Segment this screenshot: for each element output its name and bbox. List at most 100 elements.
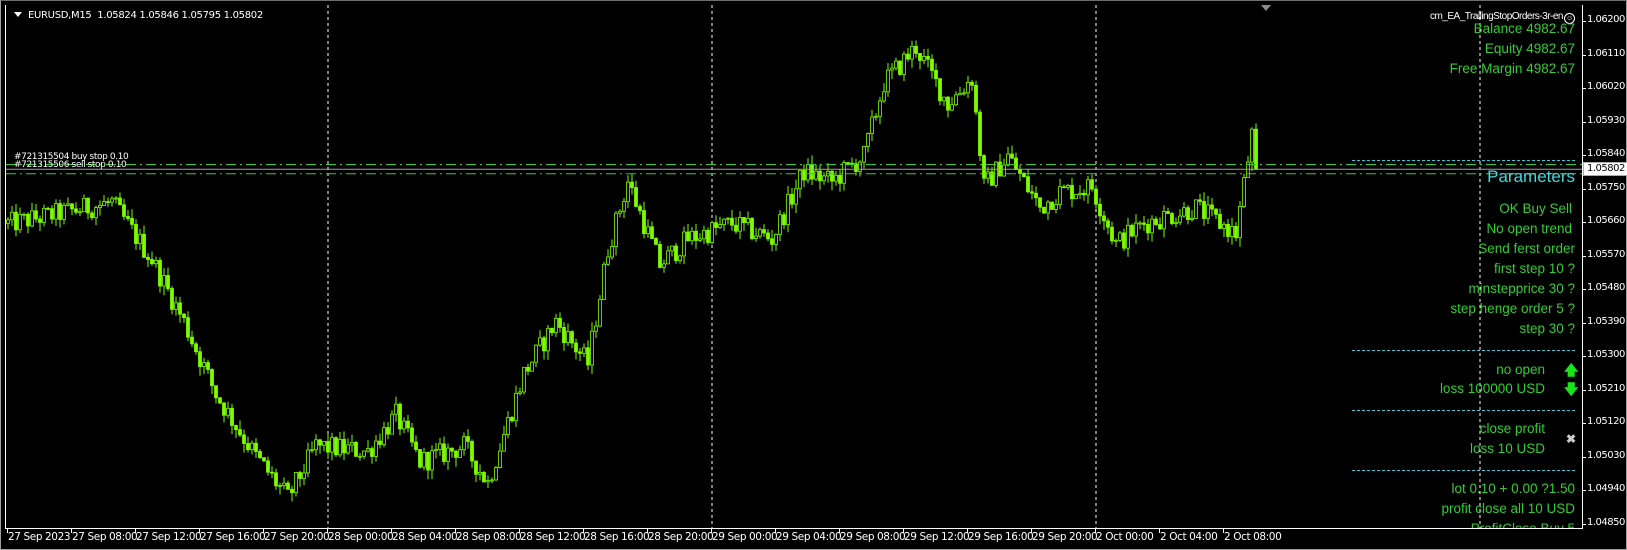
bear-candle	[258, 451, 262, 459]
price-tick	[1582, 423, 1586, 425]
bear-candle	[1034, 192, 1038, 199]
bull-candle	[1174, 221, 1178, 224]
time-axis-label: 29 Sep 08:00	[840, 531, 906, 543]
bull-candle	[1190, 217, 1194, 220]
first-step-param[interactable]: first step 10 ?	[1494, 261, 1575, 277]
bear-candle	[926, 56, 930, 60]
bull-candle	[62, 204, 66, 220]
bull-candle	[422, 452, 426, 468]
bull-candle	[486, 480, 490, 483]
bull-candle	[346, 444, 350, 454]
bull-candle	[942, 96, 946, 102]
close-x-icon[interactable]: ✖	[1566, 432, 1576, 446]
bear-candle	[298, 472, 302, 479]
bear-candle	[1210, 204, 1214, 210]
bear-candle	[906, 53, 910, 60]
bull-candle	[446, 447, 450, 462]
bear-candle	[46, 207, 50, 210]
price-tick	[1582, 222, 1586, 224]
bear-candle	[650, 226, 654, 239]
sell-stop-order-label: #721315506 sell stop 0.10	[14, 160, 127, 170]
chart-area[interactable]: EURUSD,M15 1.05824 1.05846 1.05795 1.058…	[5, 5, 1583, 529]
bull-candle	[702, 229, 706, 240]
bull-candle	[490, 479, 494, 482]
time-axis-label: 29 Sep 12:00	[904, 531, 970, 543]
bear-candle	[326, 441, 330, 453]
bear-candle	[406, 420, 410, 429]
bear-candle	[222, 402, 226, 416]
bull-candle	[18, 213, 22, 231]
bear-candle	[238, 429, 242, 436]
bear-candle	[630, 181, 634, 188]
dropdown-triangle-icon[interactable]	[14, 12, 22, 17]
bear-candle	[410, 427, 414, 443]
bear-candle	[262, 457, 266, 462]
price-tick	[1582, 155, 1586, 157]
chart-shift-marker-icon[interactable]	[1261, 5, 1271, 11]
status-button[interactable]: OK Buy Sell	[1499, 201, 1572, 217]
bull-candle	[546, 327, 550, 352]
bull-candle	[226, 407, 230, 416]
panel-separator	[1352, 470, 1575, 471]
bull-candle	[678, 255, 682, 261]
bull-candle	[294, 472, 298, 494]
bear-candle	[190, 336, 194, 345]
minstepprice-param[interactable]: minstepprice 30 ?	[1468, 281, 1575, 297]
step-param[interactable]: step 30 ?	[1519, 321, 1575, 337]
bear-candle	[150, 259, 154, 265]
bear-candle	[290, 488, 294, 494]
bear-candle	[466, 436, 470, 442]
price-axis-label: 1.05930	[1587, 114, 1625, 126]
bear-candle	[934, 70, 938, 80]
chart-window: EURUSD,M15 1.05824 1.05846 1.05795 1.058…	[0, 0, 1627, 550]
bull-candle	[362, 450, 366, 457]
bear-candle	[134, 224, 138, 244]
bull-candle	[1074, 194, 1078, 200]
bull-candle	[390, 413, 394, 435]
bull-candle	[878, 100, 882, 117]
bear-candle	[1142, 222, 1146, 225]
bull-candle	[94, 207, 98, 219]
bear-candle	[982, 155, 986, 179]
bear-candle	[802, 170, 806, 181]
bear-candle	[342, 438, 346, 454]
bull-candle	[30, 210, 34, 227]
time-axis-label: 27 Sep 16:00	[200, 531, 266, 543]
bear-candle	[686, 231, 690, 242]
panel-separator	[1352, 410, 1575, 411]
bear-candle	[378, 440, 382, 445]
bull-candle	[682, 231, 686, 257]
bull-candle	[890, 67, 894, 71]
bear-candle	[26, 213, 30, 227]
bull-candle	[154, 260, 158, 265]
bear-candle	[846, 162, 850, 165]
bull-candle	[514, 392, 518, 422]
bull-candle	[498, 450, 502, 468]
bull-candle	[690, 230, 694, 242]
bear-candle	[558, 317, 562, 328]
bull-candle	[1150, 218, 1154, 234]
bear-candle	[158, 260, 162, 287]
close-profit-text: close profit	[1479, 421, 1545, 436]
bear-candle	[634, 187, 638, 207]
bull-candle	[566, 331, 570, 343]
bull-candle	[822, 175, 826, 182]
bull-candle	[1002, 164, 1006, 177]
bull-candle	[758, 229, 762, 237]
arrow-down-icon[interactable]: 🡇	[1564, 379, 1578, 403]
bull-candle	[954, 94, 958, 106]
bull-candle	[302, 472, 306, 479]
bear-candle	[790, 193, 794, 205]
bull-candle	[618, 210, 622, 214]
bull-candle	[402, 420, 406, 430]
bear-candle	[1202, 201, 1206, 219]
equity-text: Equity 4982.67	[1484, 41, 1575, 56]
bull-candle	[726, 217, 730, 220]
bear-candle	[1038, 197, 1042, 208]
bear-candle	[234, 425, 238, 431]
current-price-label: 1.05802	[1583, 162, 1627, 177]
price-axis-label: 1.05390	[1587, 315, 1625, 327]
bull-candle	[358, 455, 362, 458]
step-change-param[interactable]: step henge order 5 ?	[1450, 301, 1575, 317]
close-loss-text: loss 10 USD	[1469, 441, 1545, 456]
